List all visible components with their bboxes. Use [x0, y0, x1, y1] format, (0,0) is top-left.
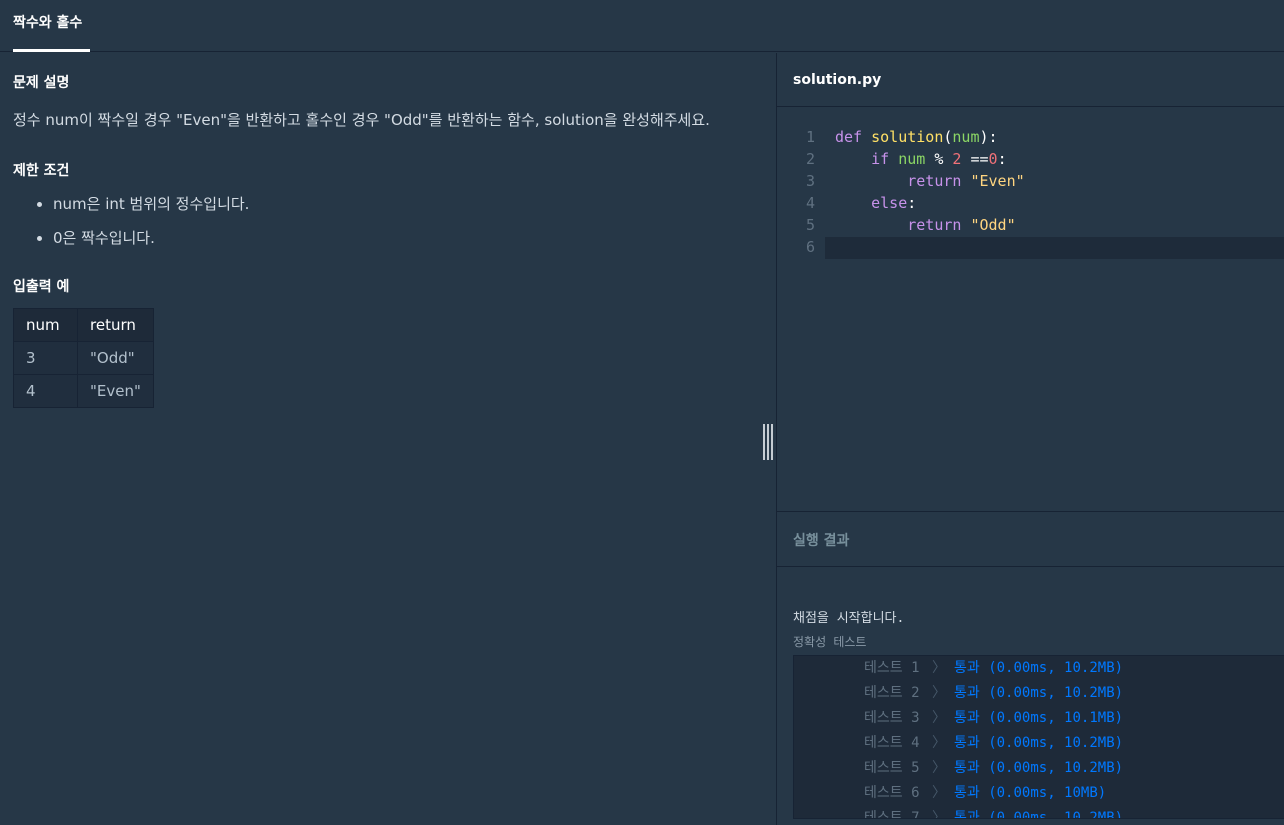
code-line[interactable]: 6 [777, 236, 1284, 258]
test-result-row: 테스트 6 〉 통과 (0.00ms, 10MB) [794, 781, 1284, 806]
table-header: return [77, 308, 154, 342]
resize-grip-line [767, 424, 769, 460]
test-name: 테스트 4 [864, 735, 920, 751]
chevron-right-icon: 〉 [932, 760, 946, 776]
io-example-title: 입출력 예 [13, 279, 70, 295]
line-number: 2 [805, 150, 815, 168]
test-result: 통과 (0.00ms, 10MB) [954, 785, 1107, 801]
constraint-item: 0은 짝수입니다. [53, 229, 249, 263]
code-line[interactable]: 5 return "Odd" [777, 214, 1284, 236]
test-name: 테스트 6 [864, 785, 920, 801]
table-cell: "Odd" [77, 341, 154, 375]
chevron-right-icon: 〉 [932, 710, 946, 726]
chevron-right-icon: 〉 [932, 735, 946, 751]
test-result: 통과 (0.00ms, 10.2MB) [954, 760, 1124, 776]
code-line[interactable]: 4 else: [777, 192, 1284, 214]
test-result-row: 테스트 4 〉 통과 (0.00ms, 10.2MB) [794, 731, 1284, 756]
accuracy-test-label: 정확성 테스트 [793, 635, 867, 649]
line-number: 4 [805, 194, 815, 212]
test-result-row: 테스트 2 〉 통과 (0.00ms, 10.2MB) [794, 681, 1284, 706]
panel-resize-handle[interactable] [763, 424, 773, 460]
test-result: 통과 (0.00ms, 10.2MB) [954, 810, 1124, 819]
test-result: 통과 (0.00ms, 10.2MB) [954, 685, 1124, 701]
problem-panel: 문제 설명 정수 num이 짝수일 경우 "Even"을 반환하고 홀수인 경우… [0, 53, 776, 825]
code-text: else: [871, 194, 917, 212]
code-line[interactable]: 1 def solution(num): [777, 126, 1284, 148]
description-text: 정수 num이 짝수일 경우 "Even"을 반환하고 홀수인 경우 "Odd"… [13, 111, 710, 129]
test-result-row: 테스트 5 〉 통과 (0.00ms, 10.2MB) [794, 756, 1284, 781]
chevron-right-icon: 〉 [932, 660, 946, 676]
result-header: 실행 결과 [777, 512, 1284, 567]
file-name: solution.py [793, 72, 882, 88]
result-title: 실행 결과 [793, 533, 850, 549]
code-editor[interactable]: 1 def solution(num): 2 if num % 2 ==0: 3… [777, 107, 1284, 512]
table-row: 3 "Odd" [13, 341, 154, 375]
tab-problem-title[interactable]: 짝수와 홀수 [13, 0, 90, 52]
line-number: 1 [805, 128, 815, 146]
test-results-list[interactable]: 테스트 1 〉 통과 (0.00ms, 10.2MB) 테스트 2 〉 통과 (… [793, 655, 1284, 819]
code-text: def solution(num): [835, 128, 998, 146]
table-header-row: num return [13, 308, 154, 342]
constraints-title: 제한 조건 [13, 163, 70, 179]
editor-panel: solution.py 1 def solution(num): 2 if nu… [776, 53, 1284, 825]
test-result: 통과 (0.00ms, 10.2MB) [954, 660, 1124, 676]
code-text: return "Odd" [907, 216, 1016, 234]
file-header: solution.py [777, 53, 1284, 107]
chevron-right-icon: 〉 [932, 785, 946, 801]
test-result: 통과 (0.00ms, 10.2MB) [954, 735, 1124, 751]
code-line[interactable]: 3 return "Even" [777, 170, 1284, 192]
test-name: 테스트 7 [864, 810, 920, 819]
chevron-right-icon: 〉 [932, 810, 946, 819]
io-example-table: num return 3 "Odd" 4 "Even" [13, 308, 154, 408]
result-output: 채점을 시작합니다. 정확성 테스트 테스트 1 〉 통과 (0.00ms, 1… [777, 567, 1284, 825]
code-text: if num % 2 ==0: [871, 150, 1007, 168]
test-name: 테스트 2 [864, 685, 920, 701]
code-line[interactable]: 2 if num % 2 ==0: [777, 148, 1284, 170]
test-name: 테스트 1 [864, 660, 920, 676]
constraints-list: num은 int 범위의 정수입니다. 0은 짝수입니다. [13, 195, 249, 263]
table-cell: "Even" [77, 374, 154, 408]
start-message: 채점을 시작합니다. [793, 611, 905, 626]
test-name: 테스트 5 [864, 760, 920, 776]
line-number: 3 [805, 172, 815, 190]
resize-grip-line [763, 424, 765, 460]
test-result: 통과 (0.00ms, 10.1MB) [954, 710, 1124, 726]
top-tab-bar: 짝수와 홀수 [0, 0, 1284, 52]
table-header: num [13, 308, 78, 342]
line-number: 6 [805, 238, 815, 256]
chevron-right-icon: 〉 [932, 685, 946, 701]
table-cell: 4 [13, 374, 78, 408]
table-row: 4 "Even" [13, 374, 154, 408]
test-result-row: 테스트 7 〉 통과 (0.00ms, 10.2MB) [794, 806, 1284, 819]
constraint-item: num은 int 범위의 정수입니다. [53, 195, 249, 229]
table-cell: 3 [13, 341, 78, 375]
description-title: 문제 설명 [13, 75, 70, 91]
test-result-row: 테스트 3 〉 통과 (0.00ms, 10.1MB) [794, 706, 1284, 731]
code-text: return "Even" [907, 172, 1025, 190]
resize-grip-line [771, 424, 773, 460]
test-name: 테스트 3 [864, 710, 920, 726]
line-number: 5 [805, 216, 815, 234]
test-result-row: 테스트 1 〉 통과 (0.00ms, 10.2MB) [794, 656, 1284, 681]
